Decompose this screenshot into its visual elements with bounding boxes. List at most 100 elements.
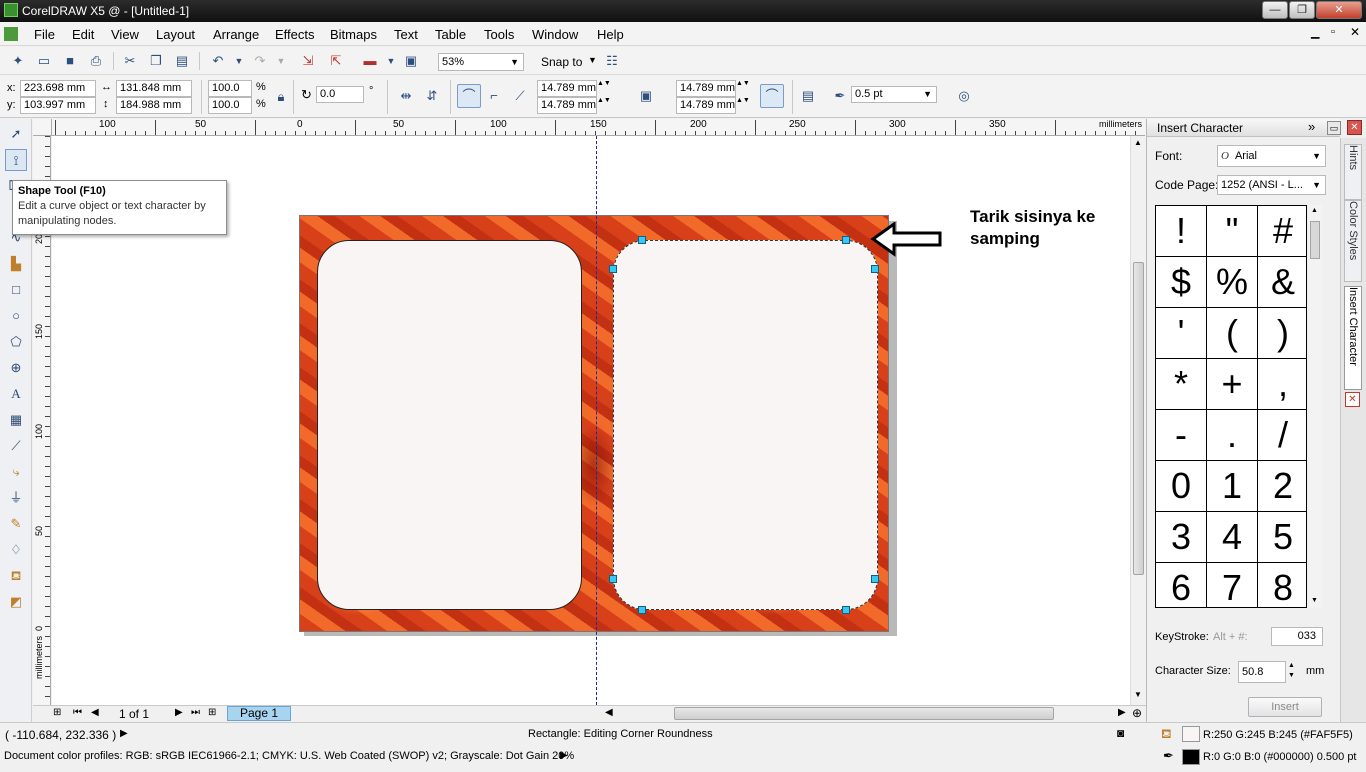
scroll-up-icon[interactable]: ▲ (1311, 207, 1318, 214)
outline-color-swatch[interactable] (1182, 749, 1200, 765)
vertical-guideline[interactable] (596, 136, 597, 705)
polygon-tool-icon[interactable]: ⬠ (5, 331, 27, 353)
fill-tool-icon[interactable]: ⛾ (5, 565, 27, 587)
document-color-profiles[interactable]: Document color profiles: RGB: sRGB IEC61… (4, 750, 574, 762)
node-handle[interactable] (609, 575, 617, 583)
node-handle[interactable] (842, 236, 850, 244)
corner-radius-bottom-left-field[interactable]: 14.789 mm (537, 97, 597, 114)
tab-insert-character[interactable]: Insert Character (1344, 286, 1362, 390)
menu-edit[interactable]: Edit (72, 27, 94, 42)
scroll-up-icon[interactable]: ▲ (1134, 138, 1142, 147)
character-cell[interactable]: 4 (1207, 512, 1257, 562)
node-handle[interactable] (842, 606, 850, 614)
font-select[interactable]: O Arial ▼ (1217, 145, 1326, 167)
character-cell[interactable]: 2 (1258, 461, 1306, 511)
character-size-field[interactable]: 50.8 (1238, 661, 1286, 683)
scrollbar-thumb[interactable] (1133, 262, 1144, 575)
character-cell[interactable]: $ (1156, 257, 1206, 307)
node-handle[interactable] (871, 575, 879, 583)
scrollbar-thumb[interactable] (1310, 221, 1320, 259)
doc-minimize-icon[interactable]: ▁ (1311, 26, 1319, 39)
menu-arrange[interactable]: Arrange (213, 27, 259, 42)
ruler-origin[interactable] (33, 119, 52, 136)
menu-bitmaps[interactable]: Bitmaps (330, 27, 377, 42)
corner-radius-bottom-right-field[interactable]: 14.789 mm (676, 97, 736, 114)
docker-minimize-icon[interactable]: ▭ (1327, 121, 1341, 135)
keystroke-field[interactable]: 033 (1271, 627, 1323, 646)
character-cell[interactable]: 8 (1258, 563, 1306, 607)
character-cell[interactable]: , (1258, 359, 1306, 409)
character-cell[interactable]: " (1207, 206, 1257, 256)
doc-restore-icon[interactable]: ▫ (1331, 26, 1335, 38)
character-cell[interactable]: # (1258, 206, 1306, 256)
paste-icon[interactable]: ▤ (172, 51, 192, 71)
scroll-left-icon[interactable]: ◀ (605, 707, 613, 718)
spinner-icon[interactable]: ▲▼ (597, 97, 611, 104)
menu-effects[interactable]: Effects (275, 27, 315, 42)
height-field[interactable]: 184.988 mm (116, 97, 192, 114)
redo-dropdown-icon[interactable]: ▼ (271, 51, 291, 71)
add-page-icon[interactable]: ⊞ (53, 707, 61, 718)
pick-tool-icon[interactable]: ➚ (5, 123, 27, 145)
ellipse-tool-icon[interactable]: ○ (5, 305, 27, 327)
character-cell[interactable]: ( (1207, 308, 1257, 358)
spinner-icon[interactable]: ▲▼ (597, 80, 611, 87)
chamfered-corner-icon[interactable]: ⟋ (510, 86, 530, 106)
wrap-text-icon[interactable]: ▤ (798, 86, 818, 106)
relative-corner-scaling-icon[interactable]: ⌒ (760, 84, 784, 108)
color-proofing-icon[interactable]: ◙ (1117, 726, 1124, 740)
menu-file[interactable]: File (34, 27, 55, 42)
eyedropper-tool-icon[interactable]: ✎ (5, 513, 27, 535)
zoom-level-select[interactable]: 53% ▼ (438, 53, 524, 71)
convert-to-curves-icon[interactable]: ◎ (954, 86, 974, 106)
new-document-icon[interactable]: ✦ (8, 51, 28, 71)
shape-tool-icon[interactable]: ⟟ (5, 149, 27, 171)
copy-icon[interactable]: ❐ (146, 51, 166, 71)
undo-icon[interactable]: ↶ (208, 51, 228, 71)
spinner-icon[interactable]: ▲▼ (736, 97, 750, 104)
character-cell[interactable]: 5 (1258, 512, 1306, 562)
close-tab-icon[interactable]: ✕ (1345, 392, 1360, 407)
tab-color-styles[interactable]: Color Styles (1344, 200, 1362, 282)
character-cell[interactable]: * (1156, 359, 1206, 409)
spinner-icon[interactable]: ▲▼ (736, 80, 750, 87)
character-cell[interactable]: - (1156, 410, 1206, 460)
table-tool-icon[interactable]: ▦ (5, 409, 27, 431)
rotation-angle-field[interactable]: 0.0 (316, 86, 364, 103)
undo-dropdown-icon[interactable]: ▼ (229, 51, 249, 71)
character-cell[interactable]: 0 (1156, 461, 1206, 511)
horizontal-ruler[interactable]: 100 50 0 50 100 150 200 250 300 350 mill… (52, 119, 1145, 136)
node-handle[interactable] (638, 236, 646, 244)
fill-color-swatch[interactable] (1182, 726, 1200, 742)
menu-layout[interactable]: Layout (156, 27, 195, 42)
mirror-vertical-icon[interactable]: ⇵ (422, 86, 442, 106)
maximize-button[interactable]: ❐ (1289, 1, 1315, 19)
vertical-scrollbar[interactable]: ▲ ▼ (1130, 136, 1146, 705)
connector-tool-icon[interactable]: ⤷ (5, 461, 27, 483)
basic-shapes-tool-icon[interactable]: ⊕ (5, 357, 27, 379)
welcome-screen-icon[interactable]: ▣ (401, 51, 421, 71)
node-handle[interactable] (609, 265, 617, 273)
import-icon[interactable]: ⇲ (298, 51, 318, 71)
expand-docker-icon[interactable]: » (1308, 119, 1315, 134)
dimension-tool-icon[interactable]: ⟋ (5, 435, 27, 457)
outline-tool-icon[interactable]: ♢ (5, 539, 27, 561)
export-icon[interactable]: ⇱ (326, 51, 346, 71)
round-corner-icon[interactable]: ⌒ (457, 84, 481, 108)
y-position-field[interactable]: 103.997 mm (20, 97, 96, 114)
application-launcher-icon[interactable]: ▬ (360, 51, 380, 71)
print-icon[interactable]: ⎙ (86, 51, 106, 71)
menu-help[interactable]: Help (597, 27, 624, 42)
zoom-navigator-icon[interactable]: ⊕ (1132, 706, 1142, 720)
horizontal-scrollbar-thumb[interactable] (674, 707, 1054, 720)
doc-close-icon[interactable]: ✕ (1350, 25, 1360, 39)
open-icon[interactable]: ▭ (34, 51, 54, 71)
right-rounded-card[interactable] (613, 240, 878, 610)
options-icon[interactable]: ☷ (602, 51, 622, 71)
cut-icon[interactable]: ✂ (120, 51, 140, 71)
character-cell[interactable]: 1 (1207, 461, 1257, 511)
code-page-select[interactable]: 1252 (ANSI - L... ▼ (1217, 175, 1326, 195)
corner-radius-top-left-field[interactable]: 14.789 mm (537, 80, 597, 97)
chevron-down-icon[interactable]: ▼ (588, 55, 597, 65)
interactive-fill-tool-icon[interactable]: ◩ (5, 591, 27, 613)
